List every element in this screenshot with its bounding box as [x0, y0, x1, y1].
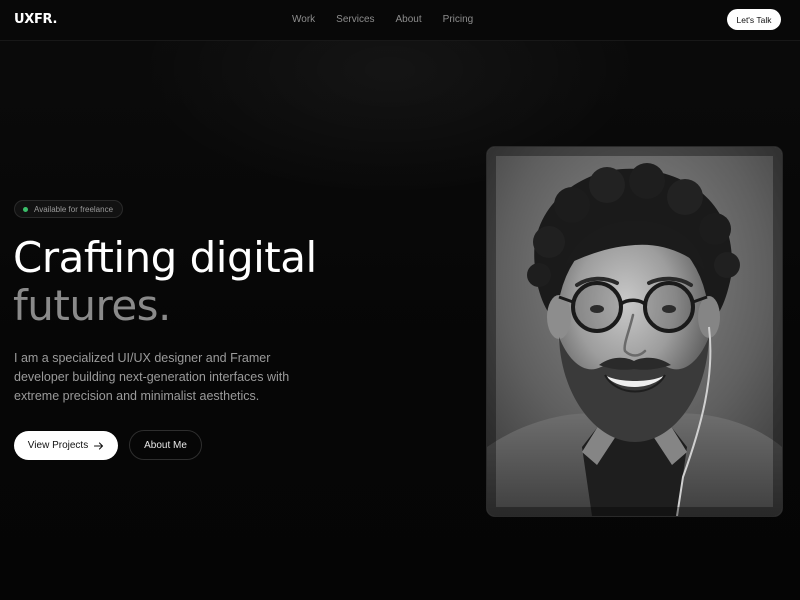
portrait-photo — [486, 146, 783, 517]
view-projects-button[interactable]: View Projects — [14, 431, 118, 460]
portrait-illustration — [487, 147, 782, 516]
about-me-button[interactable]: About Me — [129, 430, 202, 460]
landing-page: UXFR. Work Services About Pricing Let's … — [0, 0, 800, 600]
availability-text: Available for freelance — [34, 204, 114, 214]
view-projects-label: View Projects — [27, 440, 89, 451]
headline-line-secondary: futures. — [13, 281, 171, 330]
arrow-right-icon — [94, 441, 104, 450]
nav-link-pricing[interactable]: Pricing — [443, 14, 474, 25]
status-dot-icon — [23, 206, 28, 212]
nav-links: Work Services About Pricing — [292, 14, 473, 25]
hero-headline: Crafting digital futures. — [13, 234, 317, 330]
hero-description: I am a specialized UI/UX designer and Fr… — [14, 351, 290, 403]
lets-talk-button[interactable]: Let's Talk — [727, 9, 781, 30]
availability-badge: Available for freelance — [14, 200, 124, 218]
nav-link-about[interactable]: About — [396, 14, 422, 25]
top-navigation: UXFR. Work Services About Pricing Let's … — [0, 0, 800, 41]
site-logo[interactable]: UXFR. — [14, 12, 57, 27]
nav-link-services[interactable]: Services — [336, 14, 374, 25]
nav-link-work[interactable]: Work — [292, 14, 315, 25]
headline-line-primary: Crafting digital — [13, 233, 317, 282]
